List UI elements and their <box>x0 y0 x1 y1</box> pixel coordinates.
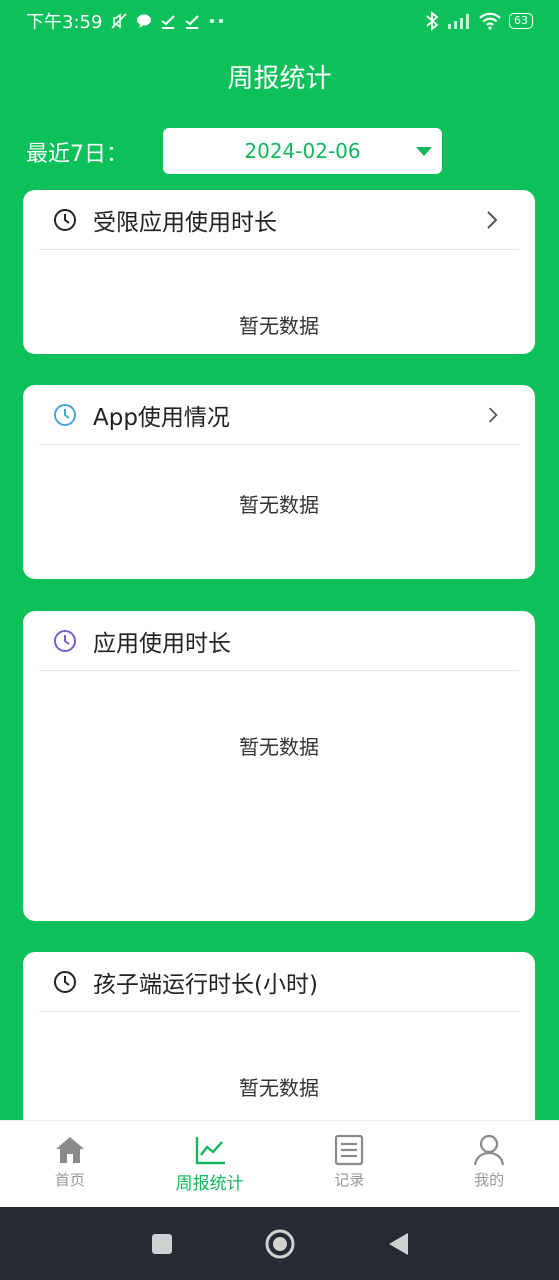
card-restricted-app-usage[interactable]: 受限应用使用时长 暂无数据 <box>23 190 535 354</box>
wifi-icon <box>479 12 501 30</box>
bottom-nav: 首页 周报统计 记录 我的 <box>0 1120 559 1207</box>
nav-item-profile[interactable]: 我的 <box>419 1121 559 1207</box>
chart-icon <box>195 1137 225 1165</box>
clock-icon <box>54 208 76 231</box>
recent-apps-icon[interactable] <box>150 1232 174 1256</box>
user-icon <box>474 1134 505 1166</box>
check-icon <box>161 15 176 29</box>
chevron-right-icon[interactable] <box>485 210 499 230</box>
nav-item-home[interactable]: 首页 <box>0 1121 140 1207</box>
status-bar: 下午3:59 63 <box>0 0 559 42</box>
signal-icon <box>448 14 469 29</box>
home-icon <box>55 1137 84 1163</box>
card-title: 应用使用时长 <box>93 630 231 657</box>
status-left: 下午3:59 <box>26 8 226 34</box>
empty-state-text: 暂无数据 <box>239 493 319 517</box>
date-select[interactable]: 2024-02-06 <box>163 128 442 174</box>
system-nav-bar <box>0 1207 559 1280</box>
clock-icon <box>54 403 76 426</box>
nav-label: 我的 <box>474 1171 505 1189</box>
nav-item-records[interactable]: 记录 <box>280 1121 420 1207</box>
card-header: 受限应用使用时长 <box>39 190 519 250</box>
dropdown-arrow-icon <box>416 147 432 156</box>
card-header: App使用情况 <box>39 385 519 445</box>
card-app-usage[interactable]: App使用情况 暂无数据 <box>23 385 535 579</box>
status-right: 63 <box>425 11 533 31</box>
battery-indicator: 63 <box>509 13 533 29</box>
chevron-right-icon[interactable] <box>487 406 499 424</box>
empty-state-text: 暂无数据 <box>239 735 319 759</box>
nav-item-weekly-stats[interactable]: 周报统计 <box>140 1121 280 1207</box>
card-title: 孩子端运行时长(小时) <box>93 971 318 998</box>
status-time: 下午3:59 <box>26 12 103 33</box>
list-icon <box>335 1134 364 1166</box>
mute-icon <box>111 13 127 29</box>
clock-icon <box>54 629 76 652</box>
card-header: 孩子端运行时长(小时) <box>39 952 519 1012</box>
empty-state-text: 暂无数据 <box>239 314 319 338</box>
card-header: 应用使用时长 <box>39 611 519 671</box>
clock-icon <box>54 970 76 993</box>
back-icon[interactable] <box>386 1231 410 1257</box>
home-button-icon[interactable] <box>264 1228 296 1260</box>
empty-state-text: 暂无数据 <box>239 1076 319 1100</box>
card-app-usage-duration: 应用使用时长 暂无数据 <box>23 611 535 921</box>
check-icon <box>185 15 200 29</box>
date-select-value: 2024-02-06 <box>244 139 361 163</box>
card-title: 受限应用使用时长 <box>93 209 277 236</box>
date-filter: 最近7日： 2024-02-06 <box>26 128 442 174</box>
page-title: 周报统计 <box>227 64 332 94</box>
nav-label: 记录 <box>334 1171 365 1189</box>
date-filter-label: 最近7日： <box>26 142 128 167</box>
more-dots-icon <box>210 19 224 23</box>
bluetooth-icon <box>426 11 439 31</box>
nav-label: 首页 <box>54 1171 85 1189</box>
nav-label: 周报统计 <box>175 1174 244 1194</box>
chat-icon <box>137 14 152 28</box>
card-title: App使用情况 <box>93 404 230 431</box>
